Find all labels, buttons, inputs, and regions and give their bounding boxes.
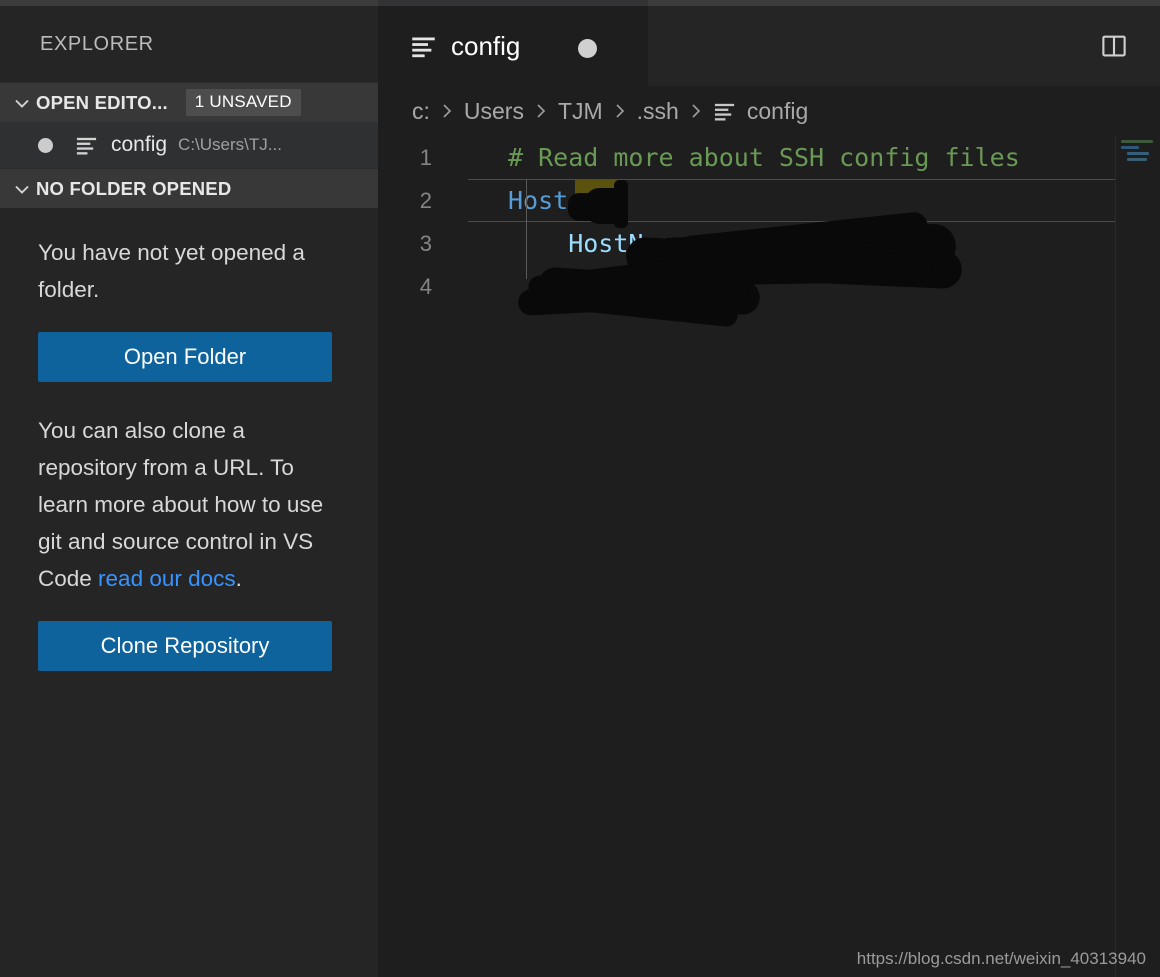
dirty-indicator-icon[interactable] [38,138,53,153]
code-line-1: 1 # Read more about SSH config files [378,136,1160,179]
explorer-sidebar: EXPLORER OPEN EDITO... 1 UNSAVED c [0,6,378,977]
config-file-icon [713,100,736,123]
editor-group: config c: Users [378,6,1160,977]
code-line-2: 2 Host [378,179,1160,222]
chevron-right-icon [439,101,455,121]
indent-guide [526,179,527,279]
breadcrumb-file-label: config [747,98,808,125]
text-cursor [619,181,622,219]
clone-message: You can also clone a repository from a U… [38,412,338,597]
breadcrumb-file[interactable]: config [713,98,808,125]
section-no-folder-opened[interactable]: NO FOLDER OPENED [0,168,378,208]
line-number: 4 [378,274,450,300]
line-number: 1 [378,145,450,171]
watermark: https://blog.csdn.net/weixin_40313940 [857,949,1146,969]
split-editor-icon[interactable] [1096,28,1132,64]
clone-message-period: . [236,566,242,591]
breadcrumb-item-1[interactable]: Users [464,98,524,125]
line-content: # Read more about SSH config files [450,143,1020,172]
config-file-icon [410,33,437,60]
no-folder-body: You have not yet opened a folder. Open F… [0,208,378,671]
code-line-4: 4 User [378,265,1160,308]
unsaved-count-badge: 1 UNSAVED [186,89,301,116]
chevron-down-icon [8,93,36,113]
section-open-editors[interactable]: OPEN EDITO... 1 UNSAVED [0,82,378,122]
line-content: HostName [450,229,704,258]
chevron-right-icon [612,101,628,121]
code-line-3: 3 HostName [378,222,1160,265]
read-our-docs-link[interactable]: read our docs [98,566,236,591]
breadcrumb: c: Users TJM .ssh [378,86,1160,136]
vscode-window: EXPLORER OPEN EDITO... 1 UNSAVED c [0,0,1160,977]
editor-tab-bar: config [378,6,1160,86]
tab-label: config [451,31,520,62]
breadcrumb-item-3[interactable]: .ssh [637,98,679,125]
section-no-folder-label: NO FOLDER OPENED [36,178,231,200]
open-editor-path: C:\Users\TJ... [178,135,282,155]
section-open-editors-label: OPEN EDITO... [36,92,168,114]
explorer-title: EXPLORER [0,6,378,82]
code-editor[interactable]: 1 # Read more about SSH config files 2 H… [378,136,1160,977]
open-editor-name: config [111,133,167,157]
clone-repository-button[interactable]: Clone Repository [38,621,332,671]
tab-config[interactable]: config [378,6,648,86]
open-folder-button[interactable]: Open Folder [38,332,332,382]
config-file-icon [75,134,98,157]
tab-dirty-indicator-icon[interactable] [578,39,597,58]
line-number: 3 [378,231,450,257]
chevron-down-icon [8,179,36,199]
line-content: User [450,272,643,301]
line-number: 2 [378,188,450,214]
open-editor-item-config[interactable]: config C:\Users\TJ... [0,122,378,168]
chevron-right-icon [688,101,704,121]
line-content: Host [450,186,583,215]
chevron-right-icon [533,101,549,121]
breadcrumb-item-0[interactable]: c: [412,98,430,125]
breadcrumb-item-2[interactable]: TJM [558,98,603,125]
no-folder-message: You have not yet opened a folder. [38,234,338,308]
editor-minimap[interactable] [1115,136,1160,977]
